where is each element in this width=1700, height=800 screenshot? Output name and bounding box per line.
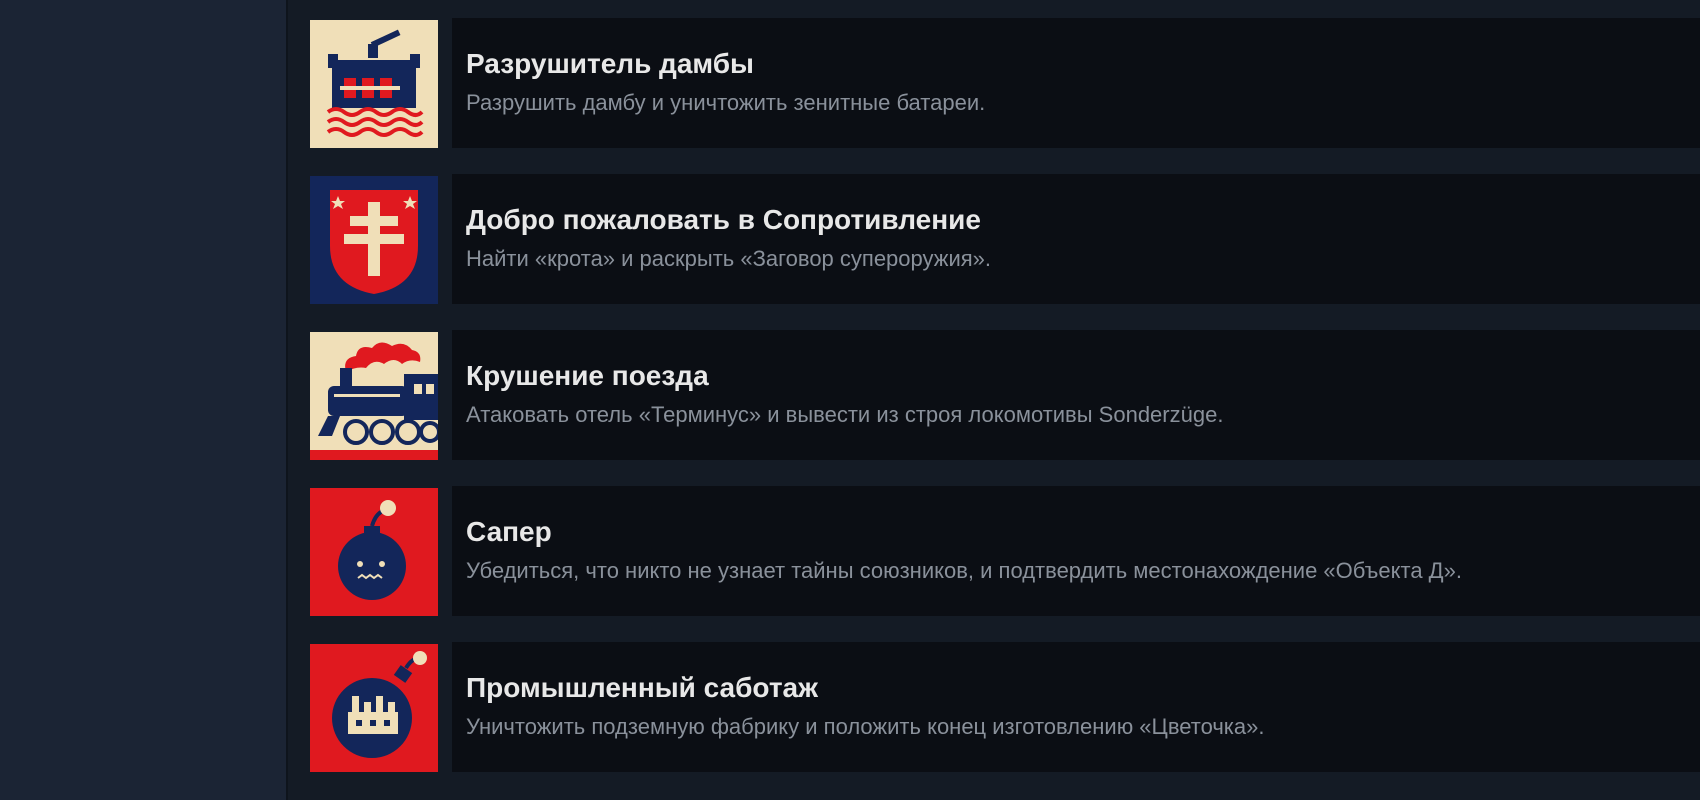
achievement-row[interactable]: Добро пожаловать в Сопротивление Найти «… [310,174,1700,304]
achievement-description: Атаковать отель «Терминус» и вывести из … [466,402,1224,427]
sidebar [0,0,288,800]
achievements-panel: Разрушитель дамбы Разрушить дамбу и унич… [288,0,1700,800]
achievement-row[interactable]: Разрушитель дамбы Разрушить дамбу и унич… [310,18,1700,148]
achievement-row[interactable]: Крушение поезда Атаковать отель «Термину… [310,330,1700,460]
achievement-description: Уничтожить подземную фабрику и положить … [466,714,1265,739]
achievement-title: Промышленный саботаж [466,672,818,703]
achievement-row[interactable]: Сапер Убедиться, что никто не узнает тай… [310,486,1700,616]
achievement-card: Крушение поезда Атаковать отель «Термину… [452,330,1700,460]
achievement-row[interactable]: Промышленный саботаж Уничтожить подземну… [310,642,1700,772]
achievement-card: Сапер Убедиться, что никто не узнает тай… [452,486,1700,616]
achievement-title: Сапер [466,516,552,547]
bomb-icon [310,488,438,616]
achievement-description: Найти «крота» и раскрыть «Заговор суперо… [466,246,992,271]
cross-shield-icon [310,176,438,304]
achievement-card: Добро пожаловать в Сопротивление Найти «… [452,174,1700,304]
achievement-title: Разрушитель дамбы [466,48,754,79]
locomotive-icon [310,332,438,460]
achievement-card: Промышленный саботаж Уничтожить подземну… [452,642,1700,772]
factory-bomb-icon [310,644,438,772]
achievement-list: Разрушитель дамбы Разрушить дамбу и унич… [310,18,1700,798]
achievement-title: Добро пожаловать в Сопротивление [466,204,981,235]
achievement-card: Разрушитель дамбы Разрушить дамбу и унич… [452,18,1700,148]
achievement-title: Крушение поезда [466,360,709,391]
achievement-description: Разрушить дамбу и уничтожить зенитные ба… [466,90,986,115]
achievement-description: Убедиться, что никто не узнает тайны сою… [466,558,1462,583]
dam-icon [310,20,438,148]
